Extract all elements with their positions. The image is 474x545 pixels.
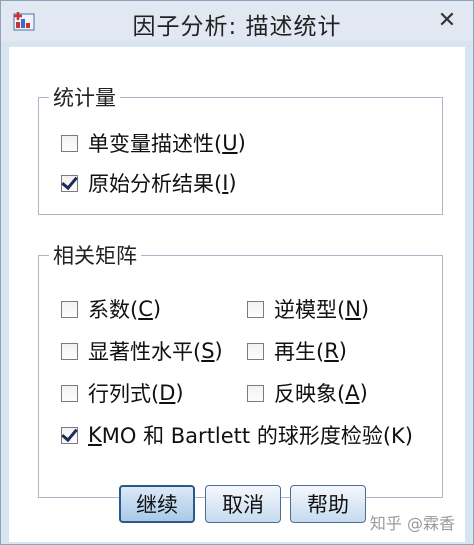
checkbox-label-suffix: )	[152, 297, 162, 321]
checkbox-box[interactable]	[61, 384, 78, 402]
determinant-checkbox[interactable]: 行列式(D)	[61, 378, 184, 408]
checkbox-box[interactable]	[247, 300, 264, 318]
checkbox-label-prefix: 显著性水平(	[88, 340, 202, 364]
checkbox-label-suffix: )	[359, 381, 368, 405]
initial-solution-checkbox[interactable]: 原始分析结果(I)	[61, 168, 237, 198]
dialog-body: 统计量 单变量描述性(U) 原始分析结果(I) 相关矩阵 系数(C) 逆模型(N…	[9, 47, 465, 542]
checkbox-label-suffix: MO 和 Bartlett 的球形度检验(K)	[101, 424, 413, 448]
mnemonic: C	[138, 297, 153, 321]
statistics-group-title: 统计量	[49, 82, 120, 112]
checkbox-box[interactable]	[247, 342, 264, 360]
mnemonic: A	[345, 381, 360, 405]
title-bar: 因子分析: 描述统计 ✕	[1, 1, 473, 41]
correlation-group-title: 相关矩阵	[49, 240, 141, 270]
mnemonic: S	[201, 339, 215, 363]
dialog-window: 因子分析: 描述统计 ✕ 统计量 单变量描述性(U) 原始分析结果(I) 相关矩…	[0, 0, 474, 545]
checkbox-box[interactable]	[61, 174, 78, 192]
checkbox-box[interactable]	[61, 300, 78, 318]
coefficients-checkbox[interactable]: 系数(C)	[61, 294, 161, 324]
checkbox-box[interactable]	[61, 342, 78, 360]
checkbox-label-prefix: 再生(	[274, 340, 325, 364]
univariate-descriptives-checkbox[interactable]: 单变量描述性(U)	[61, 128, 246, 158]
mnemonic: R	[324, 339, 339, 363]
checkbox-label-prefix: 单变量描述性(	[88, 132, 223, 156]
mnemonic: D	[159, 381, 176, 405]
anti-image-checkbox[interactable]: 反映象(A)	[247, 378, 368, 408]
checkbox-label-suffix: )	[175, 381, 184, 405]
significance-levels-checkbox[interactable]: 显著性水平(S)	[61, 336, 223, 366]
reproduced-checkbox[interactable]: 再生(R)	[247, 336, 347, 366]
checkbox-label-suffix: )	[237, 131, 246, 155]
checkbox-label-suffix: )	[360, 297, 370, 321]
checkbox-box[interactable]	[61, 426, 78, 444]
checkbox-box[interactable]	[61, 134, 78, 152]
checkbox-label-prefix: 逆模型(	[274, 298, 346, 322]
watermark: 知乎 @霖香	[369, 514, 455, 533]
checkbox-label-prefix: 反映象(	[274, 382, 346, 406]
checkbox-label-prefix: 行列式(	[88, 382, 160, 406]
checkbox-label-suffix: )	[214, 339, 223, 363]
checkbox-label-prefix: 原始分析结果(	[88, 172, 223, 196]
checkbox-box[interactable]	[247, 384, 264, 402]
checkbox-label-suffix: )	[338, 339, 347, 363]
close-icon: ✕	[437, 8, 457, 33]
statistics-group: 统计量 单变量描述性(U) 原始分析结果(I)	[38, 82, 443, 215]
cancel-button[interactable]: 取消	[205, 485, 281, 523]
help-button[interactable]: 帮助	[290, 485, 366, 523]
window-title: 因子分析: 描述统计	[132, 14, 342, 40]
mnemonic: U	[222, 131, 238, 155]
mnemonic: N	[345, 297, 361, 321]
checkbox-label-suffix: )	[228, 171, 237, 195]
mnemonic: K	[88, 423, 102, 447]
inverse-checkbox[interactable]: 逆模型(N)	[247, 294, 369, 324]
checkbox-label-prefix: 系数(	[88, 298, 139, 322]
continue-button[interactable]: 继续	[119, 485, 195, 523]
close-button[interactable]: ✕	[433, 7, 461, 35]
correlation-matrix-group: 相关矩阵 系数(C) 逆模型(N) 显著性水平(S) 再生(R) 行列式(D)	[38, 240, 443, 498]
kmo-bartlett-checkbox[interactable]: K MO 和 Bartlett 的球形度检验(K)	[61, 420, 413, 450]
